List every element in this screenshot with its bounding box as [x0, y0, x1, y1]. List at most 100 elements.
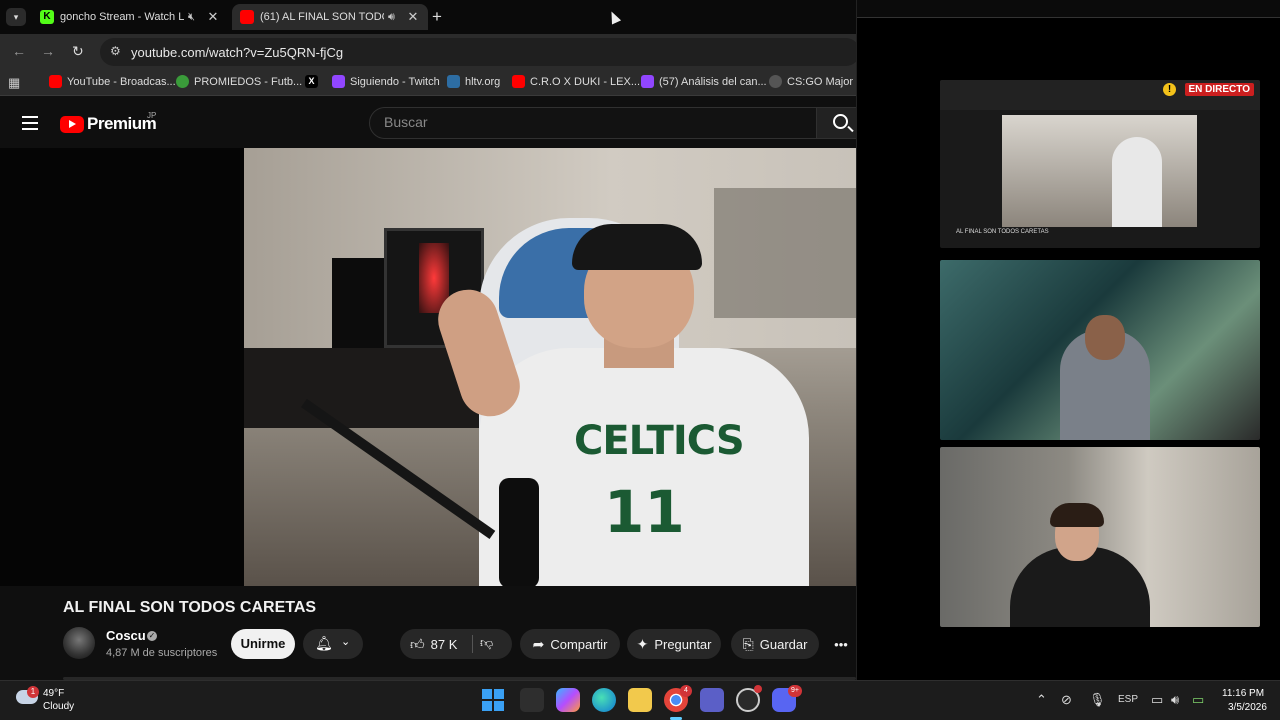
close-tab-icon[interactable]: ✕ — [406, 9, 420, 25]
bookmark-youtube-broadcast[interactable]: YouTube - Broadcas... — [49, 75, 176, 88]
bookmark-promiedos[interactable]: PROMIEDOS - Futb... — [176, 75, 302, 88]
weather-condition[interactable]: Cloudy — [43, 701, 74, 712]
like-button[interactable]: 👍︎ 87 K — [400, 629, 470, 659]
x-icon: X — [305, 75, 318, 88]
search-icon — [833, 114, 848, 129]
screen-capture-feed: ! EN DIRECTO AL FINAL SON TODOS CARETAS — [940, 80, 1260, 248]
url-text[interactable]: youtube.com/watch?v=Zu5QRN-fjCg — [131, 45, 343, 60]
mouse-cursor-icon — [606, 9, 622, 25]
sparkle-icon: ✦ — [636, 635, 649, 652]
thumbs-up-icon: 👍︎ — [410, 635, 425, 652]
close-tab-icon[interactable]: ✕ — [206, 9, 220, 25]
bookmark-cro-duki[interactable]: C.R.O X DUKI - LEX... — [512, 75, 640, 88]
clock-date[interactable]: 3/5/2026 — [1228, 702, 1267, 713]
channel-name[interactable]: Coscu — [106, 628, 146, 643]
input-language[interactable]: ESP — [1118, 694, 1138, 705]
panel-top-bar — [857, 0, 1280, 18]
like-dislike-group: 👍︎ 87 K 👎︎ — [400, 629, 512, 659]
share-button[interactable]: ➦ Compartir — [520, 629, 620, 659]
taskbar: 1 49°F Cloudy 4 9+ ⌃ ⊘ 🎙︎ ESP ▭ 🔊︎ ▭ 11:… — [0, 680, 1280, 720]
search-box[interactable] — [369, 107, 817, 139]
stream-preview-panel: ! EN DIRECTO AL FINAL SON TODOS CARETAS — [856, 0, 1280, 680]
reload-button[interactable]: ↻ — [72, 43, 84, 60]
more-actions-button[interactable]: ••• — [826, 629, 856, 659]
search-input[interactable] — [384, 114, 804, 130]
twitch-icon — [332, 75, 345, 88]
network-icon[interactable]: ▭ — [1151, 692, 1163, 708]
bookmark-csgo-major[interactable]: CS:GO Major Ma — [769, 75, 856, 88]
ask-button[interactable]: ✦ Preguntar — [627, 629, 721, 659]
battery-icon[interactable]: ▭ — [1192, 692, 1204, 708]
address-bar[interactable]: ⚙︎ youtube.com/watch?v=Zu5QRN-fjCg — [100, 38, 856, 66]
browser-toolbar: ← → ↻ ⚙︎ youtube.com/watch?v=Zu5QRN-fjCg — [0, 34, 856, 70]
tab-search-button[interactable]: ▾ — [6, 8, 26, 26]
tab-strip: ▾ K goncho Stream - Watch Live 🔇︎ ✕ (61)… — [0, 0, 856, 34]
verified-check-icon: ✓ — [147, 631, 157, 641]
youtube-logo-icon[interactable] — [60, 116, 84, 133]
youtube-icon — [240, 10, 254, 24]
tab-youtube-video[interactable]: (61) AL FINAL SON TODOS CARETAS 🔊︎ ✕ — [232, 4, 428, 30]
webcam-feed-2 — [940, 447, 1260, 627]
chevron-up-icon[interactable]: ⌃ — [1036, 692, 1047, 708]
windows-start-icon[interactable] — [482, 689, 504, 711]
like-count: 87 K — [430, 636, 458, 652]
dislike-button[interactable]: 👎︎ — [480, 635, 493, 651]
microphone-icon[interactable]: 🎙︎ — [1089, 692, 1106, 708]
join-button[interactable]: Unirme — [231, 629, 295, 659]
menu-icon[interactable] — [22, 116, 38, 134]
muted-eye-icon[interactable]: ⊘ — [1061, 692, 1072, 708]
youtube-premium-logo[interactable]: Premium — [87, 114, 157, 134]
hltv-icon — [447, 75, 460, 88]
copilot-icon[interactable] — [556, 688, 580, 712]
muted-speaker-icon[interactable]: 🔇︎ — [188, 11, 202, 24]
task-view-icon[interactable] — [520, 688, 544, 712]
bell-icon: 🔔︎ — [315, 635, 333, 651]
channel-avatar[interactable] — [63, 627, 95, 659]
volume-icon[interactable]: 🔊︎ — [1171, 692, 1179, 708]
edge-icon[interactable] — [592, 688, 616, 712]
thumbs-down-icon: 👎︎ — [480, 635, 494, 650]
speaker-icon[interactable]: 🔊︎ — [388, 11, 402, 24]
globe-icon — [769, 75, 782, 88]
notification-badge: 1 — [27, 686, 39, 698]
discord-badge: 9+ — [788, 685, 802, 697]
warning-icon: ! — [1163, 83, 1176, 96]
webcam-feed-1 — [940, 260, 1260, 440]
kick-icon: K — [40, 10, 54, 24]
steam-status-dot — [754, 685, 762, 693]
save-label: Guardar — [759, 636, 808, 652]
search-button[interactable] — [816, 107, 856, 139]
twitch-icon — [641, 75, 654, 88]
back-button[interactable]: ← — [12, 43, 26, 59]
chevron-down-icon: ⌄ — [341, 636, 351, 648]
notifications-button[interactable]: 🔔︎ ⌄ — [303, 629, 363, 659]
apps-grid-icon[interactable]: ▦ — [8, 75, 20, 91]
shirt-number: 11 — [604, 478, 685, 546]
more-dots-icon: ••• — [834, 636, 848, 652]
region-code: JP — [147, 111, 157, 120]
bookmark-x[interactable]: X — [305, 75, 323, 88]
site-info-icon[interactable]: ⚙︎ — [110, 44, 121, 58]
teams-icon[interactable] — [700, 688, 724, 712]
new-tab-button[interactable]: + — [432, 7, 442, 27]
bookmarks-bar: ▦ YouTube - Broadcas... PROMIEDOS - Futb… — [0, 70, 856, 96]
captured-video — [1002, 115, 1197, 227]
bookmark-hltv[interactable]: hltv.org — [447, 75, 500, 88]
soccer-ball-icon — [176, 75, 189, 88]
shirt-text: CELTICS — [574, 418, 745, 464]
tab-goncho-stream[interactable]: K goncho Stream - Watch Live 🔇︎ ✕ — [32, 4, 228, 30]
video-player[interactable]: CELTICS 11 — [0, 148, 856, 586]
bookmark-twitch-following[interactable]: Siguiendo - Twitch — [332, 75, 440, 88]
clock-time[interactable]: 11:16 PM — [1222, 688, 1264, 699]
weather-temperature[interactable]: 49°F — [43, 688, 64, 699]
forward-button[interactable]: → — [41, 43, 55, 59]
file-explorer-icon[interactable] — [628, 688, 652, 712]
bookmark-analisis[interactable]: (57) Análisis del can... — [641, 75, 767, 88]
chrome-badge: 4 — [680, 685, 692, 697]
video-frame[interactable]: CELTICS 11 — [244, 148, 856, 586]
share-arrow-icon: ➦ — [532, 635, 545, 652]
captured-title: AL FINAL SON TODOS CARETAS — [956, 229, 1049, 235]
share-label: Compartir — [550, 636, 608, 652]
save-button[interactable]: ⎘ Guardar — [731, 629, 819, 659]
youtube-icon — [49, 75, 62, 88]
